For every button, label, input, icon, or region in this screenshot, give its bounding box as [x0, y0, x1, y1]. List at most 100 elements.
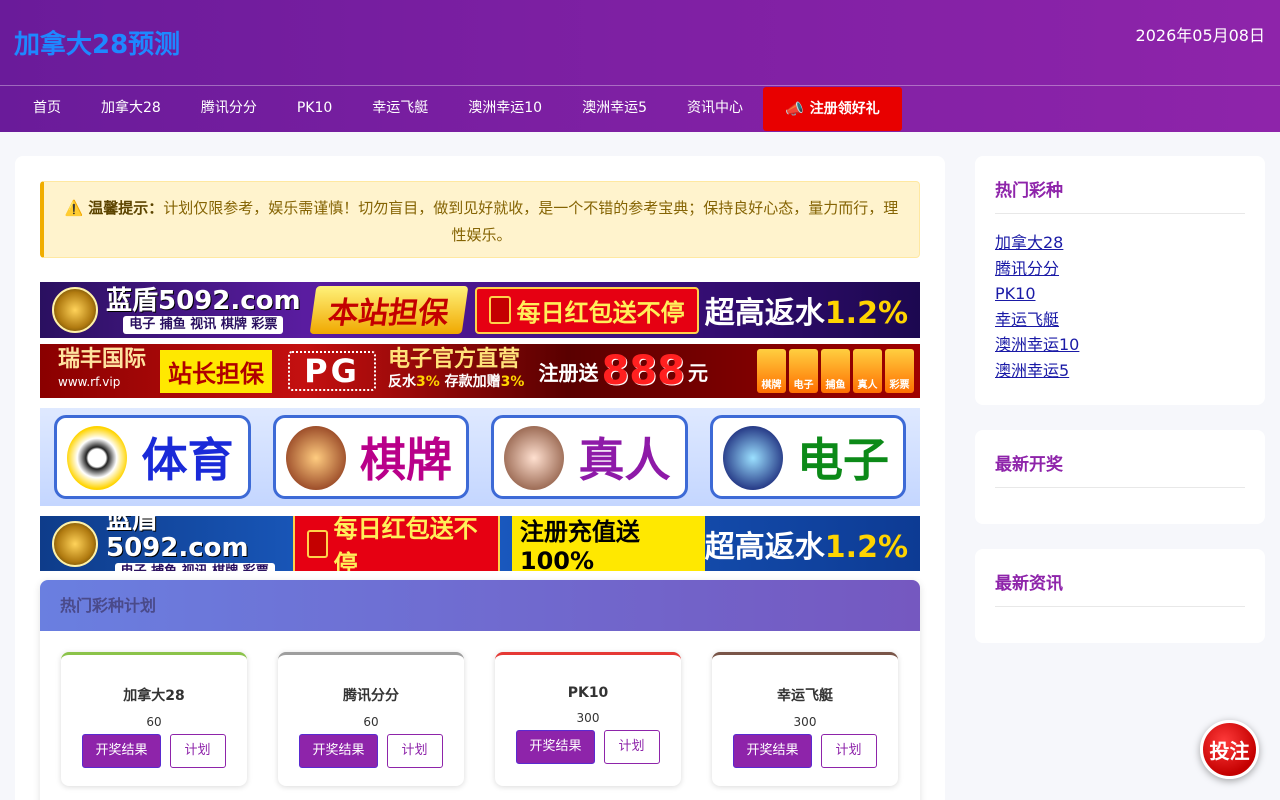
sidebar-link-aus-lucky10[interactable]: 澳洲幸运10: [995, 335, 1079, 354]
sidebar-link-aus-lucky5[interactable]: 澳洲幸运5: [995, 361, 1069, 380]
card-actions: 开奖结果 计划: [278, 734, 464, 768]
lottery-name: PK10: [567, 685, 609, 701]
plan-card-lucky-airship: 幸运飞艇 300 开奖结果 计划: [712, 652, 898, 786]
pg-text: 电子官方直营 反水3% 存款加赠3%: [388, 349, 524, 393]
sidebar-hot-lotteries: 热门彩种 加拿大28 腾讯分分 PK10 幸运飞艇 澳洲幸运10 澳洲幸运5: [975, 156, 1265, 405]
sidebar-latest-draw-title: 最新开奖: [995, 450, 1245, 488]
lottery-name: 腾讯分分: [343, 688, 399, 704]
list-item: PK10: [995, 281, 1245, 307]
list-item: 加拿大28: [995, 230, 1245, 256]
category-label: 电子: [797, 433, 889, 487]
brand-block: 蓝盾5092.com 电子 捕鱼 视讯 棋牌 彩票: [106, 516, 283, 571]
game-thumb: 彩票: [885, 349, 914, 393]
draw-results-button[interactable]: 开奖结果: [82, 734, 161, 768]
main-content: ⚠️ 温馨提示：计划仅限参考，娱乐需谨慎！切勿盲目，做到见好就收，是一个不错的参…: [15, 156, 945, 800]
rebate-val: 3%: [416, 374, 440, 390]
lottery-period: 300: [576, 711, 600, 725]
promo-text: 每日红包送不停: [333, 516, 478, 571]
brand-name: 蓝盾5092.com: [106, 516, 249, 563]
brand-block: 蓝盾5092.com 电子 捕鱼 视讯 棋牌 彩票: [106, 287, 301, 334]
plan-button[interactable]: 计划: [169, 734, 226, 768]
ad-banner-landun-2[interactable]: 蓝盾5092.com 电子 捕鱼 视讯 棋牌 彩票 每日红包送不停 注册充值送1…: [40, 516, 920, 571]
list-item: 幸运飞艇: [995, 307, 1245, 333]
category-sports[interactable]: 体育: [54, 415, 251, 499]
category-label: 真人: [578, 433, 671, 487]
bet-float-button[interactable]: 投注: [1200, 720, 1259, 779]
sidebar-link-canada28[interactable]: 加拿大28: [995, 233, 1063, 252]
site-header: 加拿大28预测 2026年05月08日 首页 加拿大28 腾讯分分 PK10 幸…: [0, 0, 1280, 132]
sidebar-hot-title: 热门彩种: [995, 176, 1245, 214]
draw-results-button[interactable]: 开奖结果: [299, 734, 378, 768]
rebate-value: 1.2%: [824, 296, 908, 331]
deposit-bonus-label: 存款加赠: [444, 374, 501, 390]
ruifeng-url: www.rf.vip: [58, 375, 121, 389]
register-bonus: 注册送 888 元: [538, 348, 708, 394]
nav-item-lucky-airship[interactable]: 幸运飞艇: [352, 86, 448, 132]
sidebar-latest-news: 最新资讯: [975, 549, 1265, 643]
pg-logo: PG: [288, 351, 377, 391]
category-chess-cards[interactable]: 棋牌: [272, 415, 469, 499]
nav-item-pk10[interactable]: PK10: [277, 86, 352, 132]
game-thumb: 捕鱼: [821, 349, 850, 393]
reg-amount: 888: [601, 348, 685, 394]
pg-sub: 反水3% 存款加赠3%: [388, 371, 524, 393]
register-gift-button[interactable]: 📣 注册领好礼: [763, 87, 902, 131]
game-thumbs: 棋牌 电子 捕鱼 真人 彩票: [757, 349, 914, 393]
notice-text: 计划仅限参考，娱乐需谨慎！切勿盲目，做到见好就收，是一个不错的参考宝典；保持良好…: [163, 199, 899, 244]
lottery-name: 幸运飞艇: [777, 688, 833, 704]
card-actions: 开奖结果 计划: [712, 734, 898, 768]
register-gift-label: 注册领好礼: [809, 101, 880, 117]
nav-item-aus-lucky5[interactable]: 澳洲幸运5: [562, 86, 667, 132]
red-envelope-icon: [488, 296, 511, 324]
bull-mascot-icon: [285, 426, 346, 490]
plan-button[interactable]: 计划: [386, 734, 443, 768]
promo-text: 每日红包送不停: [516, 298, 685, 327]
main-nav: 首页 加拿大28 腾讯分分 PK10 幸运飞艇 澳洲幸运10 澳洲幸运5 资讯中…: [13, 86, 902, 132]
lottery-period: 60: [146, 715, 162, 729]
game-thumb: 真人: [853, 349, 882, 393]
ad-banner-ruifeng[interactable]: 瑞丰国际 www.rf.vip 站长担保 PG 电子官方直营 反水3% 存款加赠…: [40, 344, 920, 398]
game-thumb: 电子: [789, 349, 818, 393]
category-live[interactable]: 真人: [491, 415, 688, 499]
sidebar-link-tencent[interactable]: 腾讯分分: [995, 259, 1059, 278]
red-packet-tag: 每日红包送不停: [474, 286, 699, 334]
megaphone-icon: 📣: [785, 100, 804, 118]
category-slots[interactable]: 电子: [709, 415, 906, 499]
draw-results-button[interactable]: 开奖结果: [516, 730, 595, 764]
nav-item-tencent[interactable]: 腾讯分分: [181, 86, 277, 132]
owner-guarantee-tag: 站长担保: [160, 349, 273, 393]
ad-banner-landun-1[interactable]: 蓝盾5092.com 电子 捕鱼 视讯 棋牌 彩票 本站担保 每日红包送不停 超…: [40, 282, 920, 338]
hot-plans-title: 热门彩种计划: [40, 580, 920, 631]
plan-card-pk10: PK10 300 开奖结果 计划: [495, 652, 681, 786]
plan-card-tencent: 腾讯分分 60 开奖结果 计划: [278, 652, 464, 786]
nav-item-aus-lucky10[interactable]: 澳洲幸运10: [448, 86, 562, 132]
lottery-period: 300: [793, 715, 817, 729]
plan-button[interactable]: 计划: [820, 734, 877, 768]
draw-results-button[interactable]: 开奖结果: [733, 734, 812, 768]
card-actions: 开奖结果 计划: [61, 734, 247, 768]
rebate-value: 1.2%: [824, 529, 908, 565]
landun-logo-icon: [52, 520, 98, 567]
current-date: 2026年05月08日: [1135, 26, 1265, 45]
plan-button[interactable]: 计划: [603, 730, 660, 764]
reg-suffix: 元: [687, 360, 708, 385]
nav-item-home[interactable]: 首页: [13, 86, 81, 132]
sidebar-link-pk10[interactable]: PK10: [995, 284, 1036, 303]
list-item: 澳洲幸运10: [995, 332, 1245, 358]
plan-card-canada28: 加拿大28 60 开奖结果 计划: [61, 652, 247, 786]
lottery-period: 60: [363, 715, 379, 729]
sidebar-link-lucky-airship[interactable]: 幸运飞艇: [995, 310, 1059, 329]
nav-item-news[interactable]: 资讯中心: [667, 86, 763, 132]
landun-logo-icon: [52, 287, 98, 333]
rebate-label: 反水: [388, 374, 417, 390]
nav-item-canada28[interactable]: 加拿大28: [81, 86, 181, 132]
category-row: 体育 棋牌 真人 电子: [40, 415, 920, 499]
reg-prefix: 注册送: [538, 360, 599, 385]
ruifeng-brand: 瑞丰国际: [58, 347, 147, 372]
site-title[interactable]: 加拿大28预测: [14, 24, 180, 61]
hot-lottery-list: 加拿大28 腾讯分分 PK10 幸运飞艇 澳洲幸运10 澳洲幸运5: [995, 230, 1245, 383]
deposit-bonus-val: 3%: [500, 374, 525, 390]
notice-label: 温馨提示：: [88, 199, 164, 217]
category-label: 体育: [141, 433, 234, 487]
rebate-prefix: 超高返水: [704, 529, 825, 565]
